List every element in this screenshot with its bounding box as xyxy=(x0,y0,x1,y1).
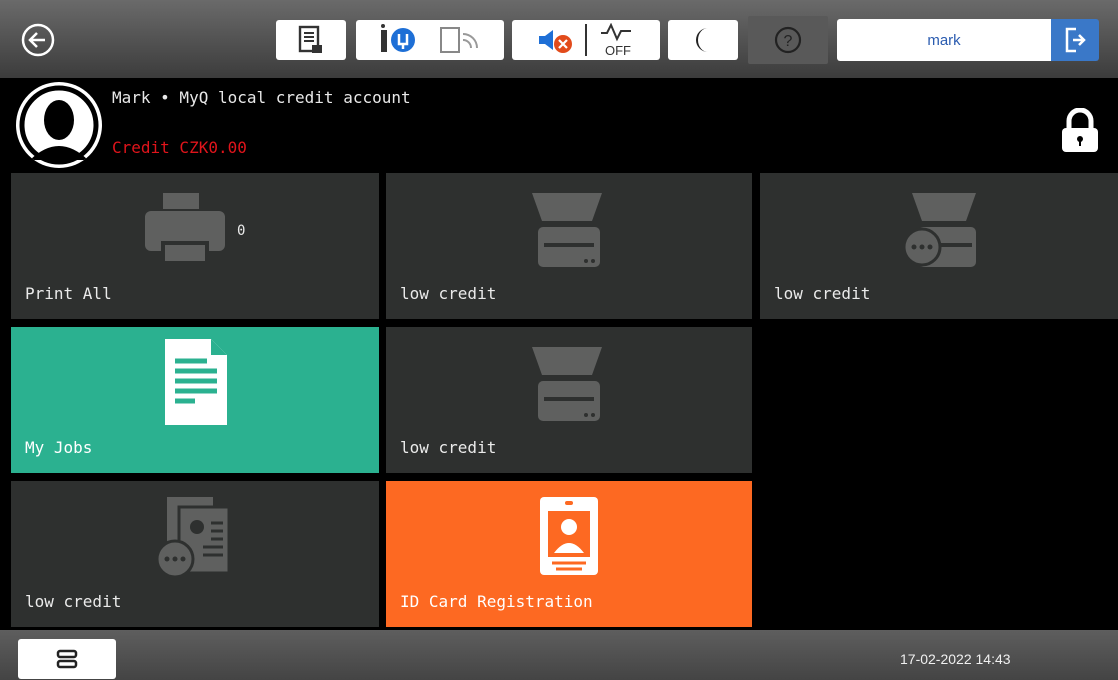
scanner-icon xyxy=(532,193,602,267)
tile-label: low credit xyxy=(400,284,497,303)
eco-off-icon: OFF xyxy=(601,23,631,57)
credit-balance: Credit CZK0.00 xyxy=(112,138,247,157)
logout-icon xyxy=(1065,27,1086,53)
tile-label: Print All xyxy=(25,284,112,303)
tile-label: low credit xyxy=(774,284,871,303)
wifi-icon xyxy=(440,27,478,53)
moon-icon xyxy=(696,28,708,52)
top-bar: OFF ? mark xyxy=(0,0,1118,78)
tile-label: My Jobs xyxy=(25,438,93,457)
document-icon xyxy=(298,25,322,53)
menu-button[interactable] xyxy=(18,639,116,679)
tile-label: ID Card Registration xyxy=(400,592,593,611)
status-group2-button[interactable]: OFF xyxy=(512,20,660,60)
tile-my-jobs[interactable]: My Jobs xyxy=(11,327,379,473)
menu-icon xyxy=(56,649,78,669)
print-count: 0 xyxy=(237,223,246,239)
scanner-icon xyxy=(532,347,602,421)
svg-text:OFF: OFF xyxy=(605,43,631,57)
printer-icon xyxy=(145,193,225,263)
copy-more-icon xyxy=(155,497,231,579)
tile-scan-2[interactable]: low credit xyxy=(386,327,752,473)
lock-icon[interactable] xyxy=(1060,108,1100,154)
help-icon: ? xyxy=(774,26,802,54)
datetime: 17-02-2022 14:43 xyxy=(900,651,1011,667)
account-title: Mark • MyQ local credit account xyxy=(112,88,411,107)
document-status-button[interactable] xyxy=(276,20,346,60)
mute-icon xyxy=(539,30,572,53)
tile-label: low credit xyxy=(400,438,497,457)
tile-scan-1[interactable]: low credit xyxy=(386,173,752,319)
account-header: Mark • MyQ local credit account Credit C… xyxy=(0,78,1118,170)
bottom-bar: 17-02-2022 14:43 xyxy=(0,630,1118,680)
logout-button[interactable] xyxy=(1051,19,1099,61)
sleep-button[interactable] xyxy=(668,20,738,60)
status-group-button[interactable] xyxy=(356,20,504,60)
scanner-more-icon xyxy=(902,193,976,267)
help-button[interactable]: ? xyxy=(748,16,828,64)
tile-id-card-registration[interactable]: ID Card Registration xyxy=(386,481,752,627)
username-field[interactable]: mark xyxy=(837,19,1051,61)
tile-copy-more[interactable]: low credit xyxy=(11,481,379,627)
back-arrow-icon[interactable] xyxy=(20,22,56,58)
tile-scan-more[interactable]: low credit xyxy=(760,173,1118,319)
id-card-icon xyxy=(540,497,598,575)
user-silhouette-icon xyxy=(19,85,99,165)
svg-text:?: ? xyxy=(784,33,793,50)
document-lines-icon xyxy=(165,339,227,425)
tile-print-all[interactable]: 0 Print All xyxy=(11,173,379,319)
avatar xyxy=(16,82,102,168)
ink-icon xyxy=(381,24,415,52)
tile-label: low credit xyxy=(25,592,122,611)
